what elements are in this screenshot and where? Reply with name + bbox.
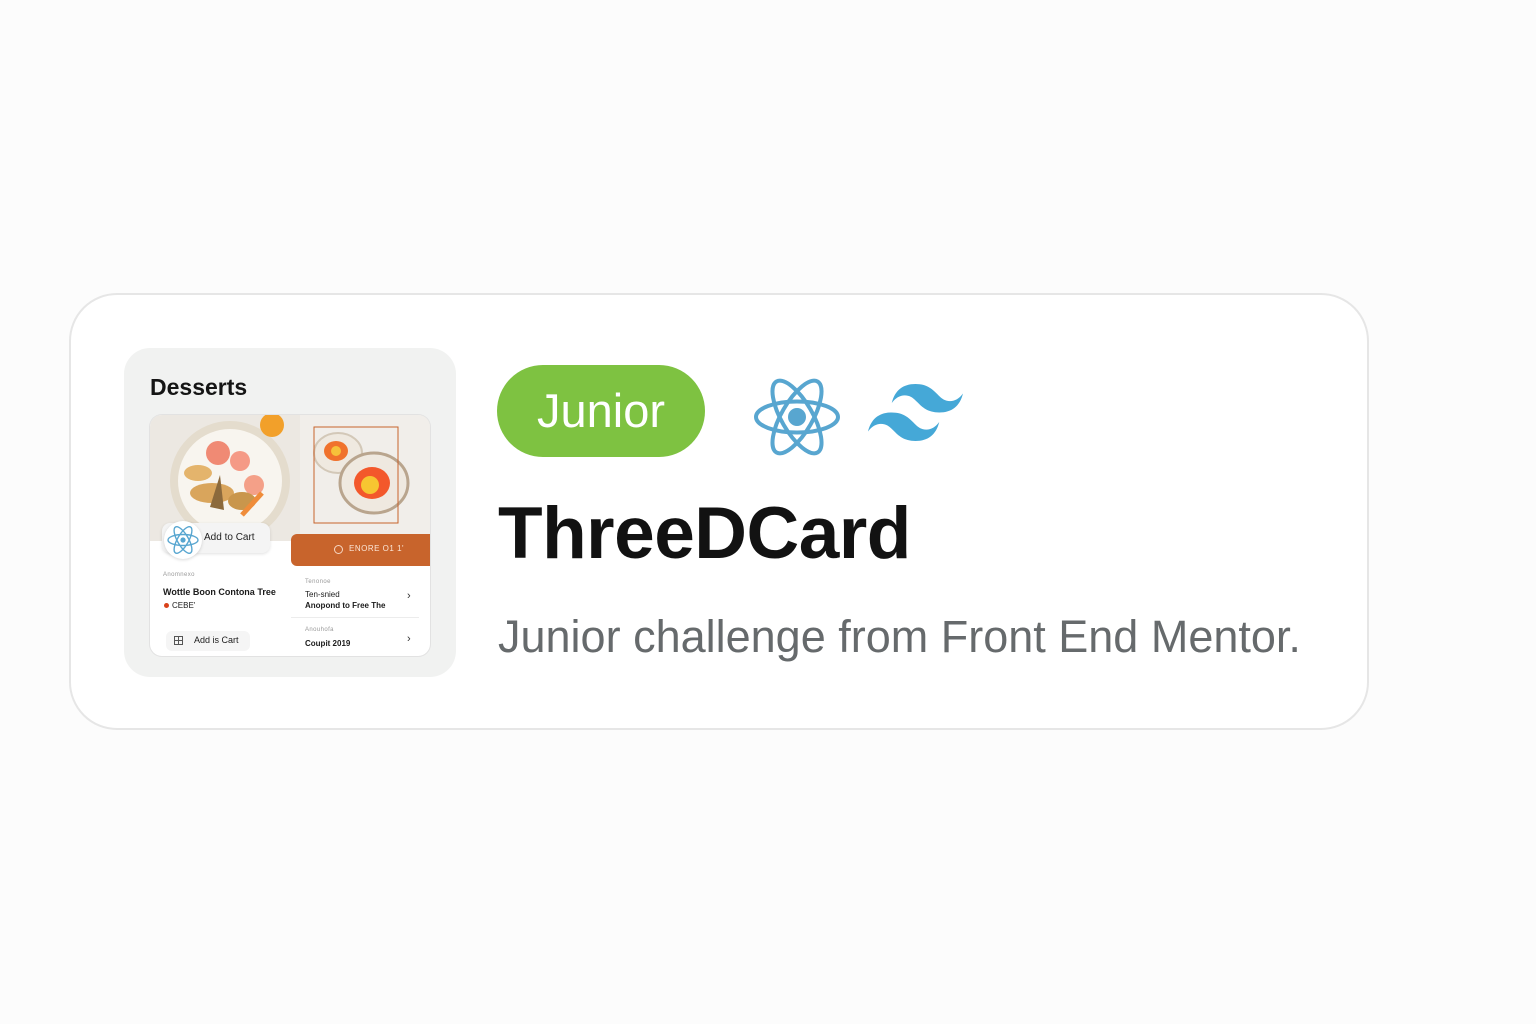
react-icon [164,521,202,559]
add-is-cart-button[interactable]: Add is Cart [166,631,250,651]
right-caption-1: Tenonoe [305,579,331,585]
divider [291,617,419,618]
thumbnail-screenshot: Add to Cart ENORE O1 1' Anomnexo Wottle … [150,415,430,656]
react-icon [754,378,840,456]
thumbnail-heading: Desserts [150,374,248,400]
add-to-cart-pill[interactable]: Add to Cart [162,521,270,559]
orange-action-button[interactable]: ENORE O1 1' [291,534,430,566]
chevron-right-icon[interactable]: › [407,633,411,645]
right-caption-2: Anouhofa [305,627,334,633]
project-description: Junior challenge from Front End Mentor. [498,611,1301,662]
project-title[interactable]: ThreeDCard [498,492,911,575]
right-item-line1: Ten-snied [305,590,340,599]
left-item-title: Wottle Boon Contona Tree [163,587,276,597]
circle-icon [334,545,343,554]
add-to-cart-label: Add to Cart [204,532,255,543]
right-item-line2: Anopond to Free The [305,601,386,610]
right-item-3: Coupit 2019 [305,639,351,648]
level-badge: Junior [497,365,705,457]
add-is-cart-label: Add is Cart [194,635,239,645]
left-price: CEBE' [172,601,196,610]
orange-button-label: ENORE O1 1' [349,544,405,553]
chevron-right-icon[interactable]: › [407,590,411,602]
tailwind-icon [868,383,963,441]
status-dot [164,603,169,608]
grid-icon [174,636,183,645]
project-thumbnail[interactable]: Desserts Add to Cart ENORE O1 1' Anomnex… [124,348,456,677]
left-caption: Anomnexo [163,572,195,578]
